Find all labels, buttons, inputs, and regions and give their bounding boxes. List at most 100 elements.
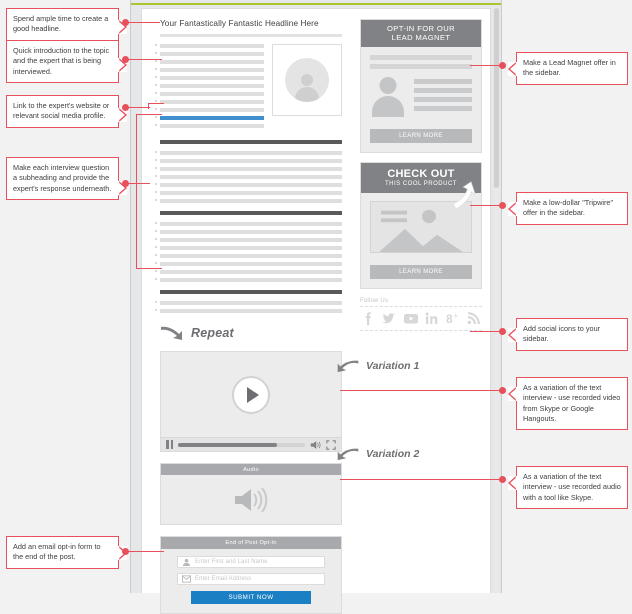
email-field[interactable]: Enter Email Address [177, 573, 325, 585]
curved-arrow-icon [161, 326, 182, 340]
question-subheading [160, 211, 342, 215]
interview-question-block-3 [155, 290, 342, 313]
callout-pointer [507, 327, 519, 343]
callout-text: Add social icons to your sidebar. [523, 324, 601, 344]
callout-connector [470, 65, 500, 67]
page-scrollbar[interactable] [494, 8, 499, 591]
interview-question-block-1 [155, 140, 342, 203]
intro-text-lines [155, 44, 264, 132]
callout-text: Link to the expert's website or relevant… [13, 101, 110, 121]
callout-connector [128, 22, 160, 24]
callout-audio-variation[interactable]: As a variation of the text interview - u… [507, 466, 628, 510]
lead-magnet-widget: OPT-IN FOR OUR LEAD MAGNET LEARN MORE [360, 19, 482, 154]
callout-expert-link[interactable]: Link to the expert's website or relevant… [6, 95, 128, 128]
callout-text: Make a Lead Magnet offer in the sidebar. [523, 58, 616, 78]
expert-avatar [272, 44, 342, 116]
callout-pointer [507, 475, 519, 491]
callout-text: Spend ample time to create a good headli… [13, 14, 109, 34]
follow-us-label: Follow Us [360, 297, 389, 304]
callout-headline[interactable]: Spend ample time to create a good headli… [6, 8, 128, 41]
name-placeholder: Enter First and Last Name [195, 559, 268, 565]
callout-connector [136, 268, 162, 270]
person-icon [370, 77, 406, 117]
callout-connector [128, 107, 150, 109]
audio-body[interactable] [161, 475, 341, 524]
youtube-icon[interactable] [403, 311, 419, 326]
twitter-icon[interactable] [381, 311, 396, 326]
audio-player-title: Audio [161, 464, 341, 475]
blog-page: Your Fantastically Fantastic Headline He… [141, 8, 491, 614]
callout-bracket [136, 114, 138, 269]
callout-text: As a variation of the text interview - u… [523, 472, 621, 502]
callout-social[interactable]: Add social icons to your sidebar. [507, 318, 628, 351]
follow-us-block: Follow Us 8 + [360, 298, 482, 331]
callout-text: Make each interview question a subheadin… [13, 163, 112, 193]
intro-section [155, 44, 342, 132]
callout-connector [340, 390, 500, 392]
linkedin-icon[interactable] [425, 311, 439, 326]
interview-question-block-2 [155, 211, 342, 282]
curved-arrow-icon [337, 448, 359, 461]
headline-rule [160, 34, 342, 37]
callout-connector [340, 479, 500, 481]
name-field[interactable]: Enter First and Last Name [177, 556, 325, 568]
repeat-marker: Repeat [160, 325, 342, 341]
googleplus-icon[interactable]: 8 + [446, 311, 460, 326]
person-icon [294, 72, 320, 102]
video-screen[interactable] [161, 352, 341, 437]
callout-anchor-dot [499, 328, 506, 335]
volume-icon[interactable] [310, 440, 321, 450]
social-icons-row: 8 + [360, 307, 482, 330]
question-subheading [160, 290, 342, 294]
article-column: Your Fantastically Fantastic Headline He… [155, 19, 342, 614]
sidebar-column: OPT-IN FOR OUR LEAD MAGNET LEARN MORE CH… [360, 19, 482, 331]
callout-intro[interactable]: Quick introduction to the topic and the … [6, 40, 128, 84]
callout-anchor-dot [499, 387, 506, 394]
callout-text: Quick introduction to the topic and the … [13, 46, 110, 76]
curved-arrow-icon [337, 360, 359, 373]
variation-2-marker: Variation 2 [336, 446, 419, 461]
callout-pointer [507, 386, 519, 402]
variation-1-marker: Variation 1 [336, 358, 419, 373]
callout-connector [128, 551, 164, 553]
lead-magnet-bullets [414, 79, 472, 115]
variation-2-label: Variation 2 [366, 447, 420, 460]
email-placeholder: Enter Email Address [195, 576, 252, 582]
callout-connector [148, 103, 164, 105]
play-button[interactable] [232, 375, 270, 414]
video-progress-bar[interactable] [178, 442, 305, 447]
video-player[interactable] [160, 351, 342, 452]
callout-video-variation[interactable]: As a variation of the text interview - u… [507, 377, 628, 431]
callout-connector [470, 331, 500, 333]
callout-text: Add an email opt-in form to the end of t… [13, 542, 101, 562]
user-icon [182, 558, 191, 566]
callout-anchor-dot [499, 202, 506, 209]
callout-anchor-dot [499, 476, 506, 483]
expert-profile-link[interactable] [155, 116, 264, 120]
video-controls[interactable] [161, 437, 341, 451]
callout-tripwire[interactable]: Make a low-dollar "Tripwire" offer in th… [507, 192, 628, 225]
callout-questions[interactable]: Make each interview question a subheadin… [6, 157, 128, 201]
callout-text: As a variation of the text interview - u… [523, 383, 621, 424]
diagram-canvas: Your Fantastically Fantastic Headline He… [0, 0, 632, 614]
audio-player[interactable]: Audio [160, 463, 342, 525]
lead-magnet-cta[interactable]: LEARN MORE [370, 129, 472, 144]
facebook-icon[interactable] [362, 311, 375, 326]
svg-text:8: 8 [446, 312, 453, 326]
browser-frame: Your Fantastically Fantastic Headline He… [130, 0, 502, 614]
fullscreen-icon[interactable] [326, 439, 336, 450]
tripwire-widget: CHECK OUT THIS COOL PRODUCT LEARN MORE [360, 162, 482, 289]
callout-optin[interactable]: Add an email opt-in form to the end of t… [6, 536, 128, 569]
tripwire-cta[interactable]: LEARN MORE [370, 264, 472, 279]
browser-top-accent [131, 0, 501, 5]
callout-anchor-dot [499, 62, 506, 69]
callout-lead-magnet[interactable]: Make a Lead Magnet offer in the sidebar. [507, 52, 628, 85]
lead-magnet-header: OPT-IN FOR OUR LEAD MAGNET [361, 20, 481, 48]
callout-text: Make a low-dollar "Tripwire" offer in th… [523, 198, 614, 218]
callout-connector [128, 183, 150, 185]
envelope-icon [182, 575, 191, 583]
variation-1-label: Variation 1 [366, 359, 420, 372]
rss-icon[interactable] [467, 311, 480, 326]
pause-icon[interactable] [166, 440, 173, 449]
speaker-icon [235, 486, 268, 513]
